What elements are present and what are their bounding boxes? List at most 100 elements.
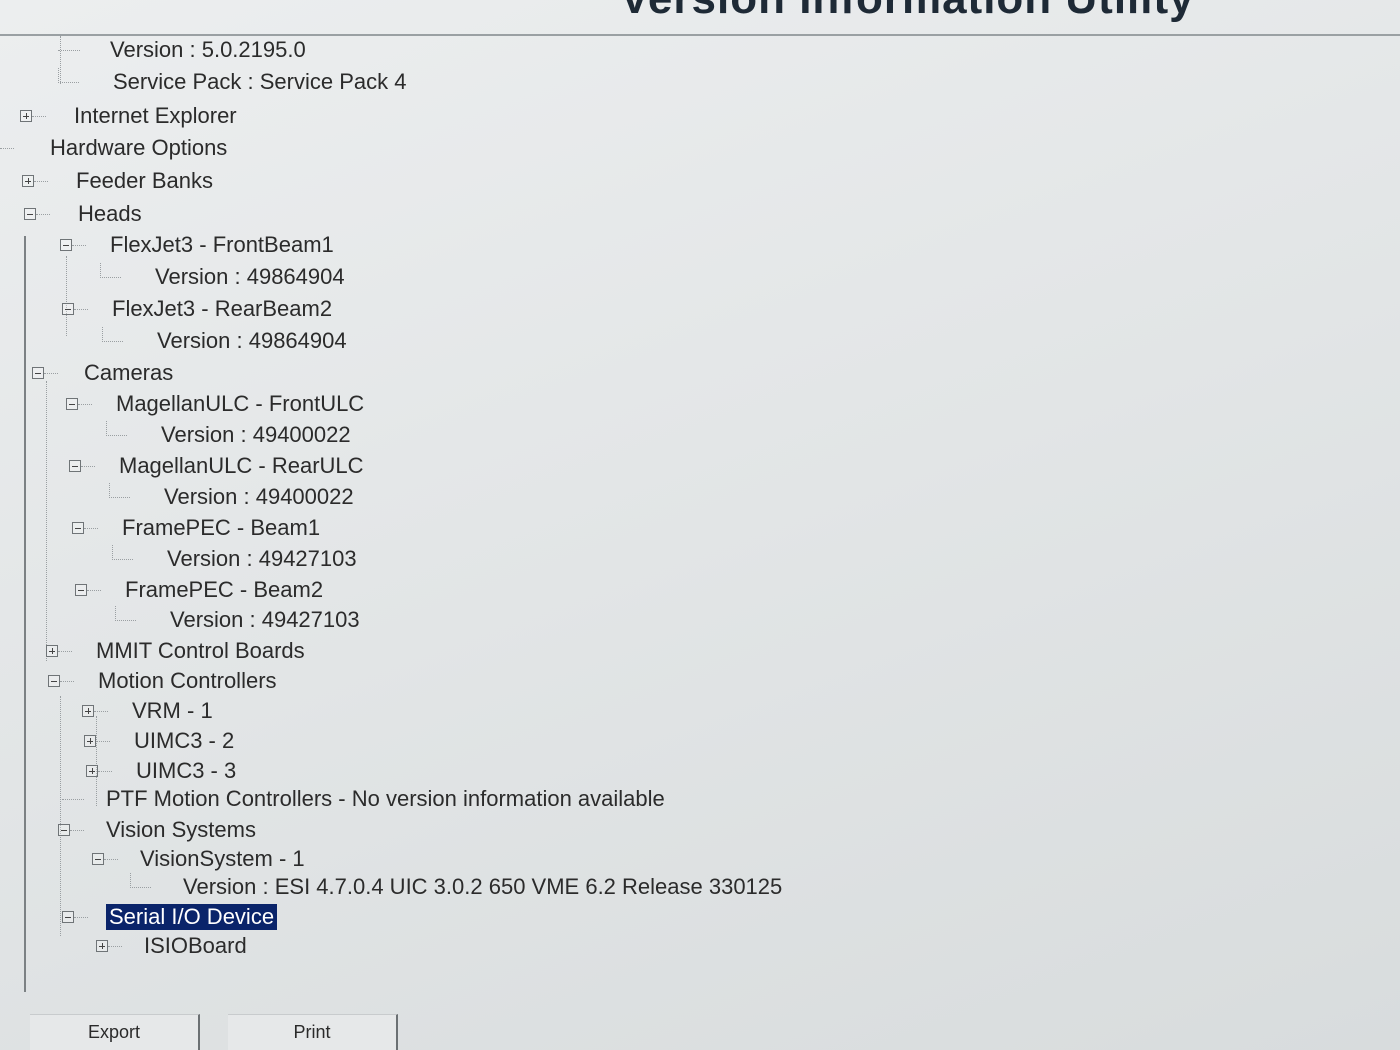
- tree-connector: [0, 147, 14, 149]
- tree-item[interactable]: Cameras: [32, 358, 173, 388]
- tree-item-selected[interactable]: Serial I/O Device: [62, 902, 278, 932]
- tree-item-label: FlexJet3 - RearBeam2: [112, 296, 333, 321]
- expand-icon[interactable]: [82, 705, 94, 717]
- collapse-icon[interactable]: [32, 367, 44, 379]
- tree-item[interactable]: MagellanULC - FrontULC: [66, 389, 364, 419]
- title-bar: Version Information Utility: [0, 0, 1400, 34]
- tree-item-label: VRM - 1: [132, 698, 213, 723]
- tree-item-label: Version : 49864904: [155, 264, 345, 289]
- collapse-icon[interactable]: [60, 239, 72, 251]
- panel-border: [24, 236, 26, 992]
- export-button[interactable]: Export: [30, 1014, 200, 1050]
- tree-item-label: Feeder Banks: [76, 168, 213, 193]
- tree-item[interactable]: Version : 49400022: [109, 482, 354, 512]
- tree-item-label: VisionSystem - 1: [140, 846, 305, 871]
- tree-item[interactable]: Hardware Options: [0, 133, 227, 163]
- tree-connector: [72, 244, 86, 246]
- tree-item[interactable]: VRM - 1: [82, 696, 213, 726]
- tree-connector: [60, 680, 74, 682]
- tree-item-label: FramePEC - Beam1: [122, 515, 321, 540]
- tree-item[interactable]: FlexJet3 - FrontBeam1: [60, 230, 334, 260]
- tree-connector: [44, 372, 58, 374]
- collapse-icon[interactable]: [72, 522, 84, 534]
- tree-item-label: Version : 49427103: [167, 546, 357, 571]
- tree-connector: [78, 403, 92, 405]
- tree-item[interactable]: Version : 49427103: [112, 544, 357, 574]
- tree-item[interactable]: Version : 49427103: [115, 605, 360, 635]
- expand-icon[interactable]: [84, 735, 96, 747]
- tree-item-label: FlexJet3 - FrontBeam1: [110, 232, 334, 257]
- tree-guide-line: [46, 381, 47, 661]
- tree-item[interactable]: MMIT Control Boards: [46, 636, 305, 666]
- tree-item[interactable]: Version : 49400022: [106, 420, 351, 450]
- tree-item-label: Version : ESI 4.7.0.4 UIC 3.0.2 650 VME …: [183, 874, 783, 899]
- expand-icon[interactable]: [96, 940, 108, 952]
- tree-item[interactable]: FramePEC - Beam2: [75, 575, 323, 605]
- tree-connector: [36, 213, 50, 215]
- tree-connector: [87, 589, 101, 591]
- tree-item[interactable]: Service Pack : Service Pack 4: [58, 67, 406, 97]
- tree-item[interactable]: Version : 49864904: [100, 262, 345, 292]
- tree-item[interactable]: FramePEC - Beam1: [72, 513, 320, 543]
- collapse-icon[interactable]: [69, 460, 81, 472]
- tree-item-label: FramePEC - Beam2: [125, 577, 324, 602]
- tree-item-label: Version : 49864904: [157, 328, 347, 353]
- collapse-icon[interactable]: [48, 675, 60, 687]
- tree-connector: [102, 326, 123, 342]
- tree-item-label: Motion Controllers: [98, 668, 277, 693]
- tree-connector: [74, 916, 88, 918]
- tree-item-label: Version : 49400022: [161, 422, 351, 447]
- tree-item-label: Vision Systems: [106, 817, 256, 842]
- collapse-icon[interactable]: [66, 398, 78, 410]
- tree-connector: [58, 67, 79, 83]
- tree-item-label: Version : 49427103: [170, 607, 360, 632]
- tree-item-label: ISIOBoard: [144, 933, 247, 958]
- collapse-icon[interactable]: [62, 303, 74, 315]
- tree-item-label: MagellanULC - FrontULC: [116, 391, 365, 416]
- tree-item[interactable]: Feeder Banks: [22, 166, 213, 196]
- expand-icon[interactable]: [20, 110, 32, 122]
- tree-item[interactable]: Version : ESI 4.7.0.4 UIC 3.0.2 650 VME …: [130, 872, 782, 902]
- tree-item[interactable]: Heads: [24, 199, 142, 229]
- tree-item[interactable]: Internet Explorer: [20, 101, 237, 131]
- tree-connector: [96, 740, 110, 742]
- expand-icon[interactable]: [46, 645, 58, 657]
- tree-item-label: MagellanULC - RearULC: [119, 453, 364, 478]
- tree-item[interactable]: VisionSystem - 1: [92, 844, 305, 874]
- tree-item[interactable]: Version : 49864904: [102, 326, 347, 356]
- tree-item-label: MMIT Control Boards: [96, 638, 305, 663]
- tree-item[interactable]: Version : 5.0.2195.0: [58, 36, 306, 65]
- tree-item[interactable]: Vision Systems: [58, 815, 256, 845]
- tree-item[interactable]: PTF Motion Controllers - No version info…: [62, 784, 665, 814]
- tree-item[interactable]: Motion Controllers: [48, 666, 277, 696]
- tree-item-label: UIMC3 - 3: [136, 758, 237, 783]
- tree-connector: [58, 49, 80, 51]
- collapse-icon[interactable]: [75, 584, 87, 596]
- tree-item-label: Version : 49400022: [164, 484, 354, 509]
- tree-connector: [115, 605, 136, 621]
- tree-item[interactable]: FlexJet3 - RearBeam2: [62, 294, 332, 324]
- tree-item-label: PTF Motion Controllers - No version info…: [106, 786, 665, 811]
- tree-item[interactable]: UIMC3 - 2: [84, 726, 234, 756]
- tree-item[interactable]: ISIOBoard: [96, 931, 247, 961]
- print-button[interactable]: Print: [228, 1014, 398, 1050]
- collapse-icon[interactable]: [58, 824, 70, 836]
- tree-connector: [130, 872, 151, 888]
- tree-connector: [70, 829, 84, 831]
- expand-icon[interactable]: [86, 765, 98, 777]
- tree-item[interactable]: MagellanULC - RearULC: [69, 451, 364, 481]
- tree-connector: [106, 420, 127, 436]
- tree-item-label: UIMC3 - 2: [134, 728, 235, 753]
- tree-item-label: Serial I/O Device: [106, 904, 278, 930]
- tree-connector: [84, 527, 98, 529]
- collapse-icon[interactable]: [92, 853, 104, 865]
- collapse-icon[interactable]: [24, 208, 36, 220]
- tree-connector: [104, 858, 118, 860]
- tree-connector: [74, 308, 88, 310]
- tree-item[interactable]: UIMC3 - 3: [86, 756, 236, 786]
- window-title: Version Information Utility: [620, 0, 1195, 24]
- expand-icon[interactable]: [22, 175, 34, 187]
- tree-connector: [100, 262, 121, 278]
- version-tree[interactable]: Version : 5.0.2195.0 Service Pack : Serv…: [0, 34, 1400, 992]
- collapse-icon[interactable]: [62, 911, 74, 923]
